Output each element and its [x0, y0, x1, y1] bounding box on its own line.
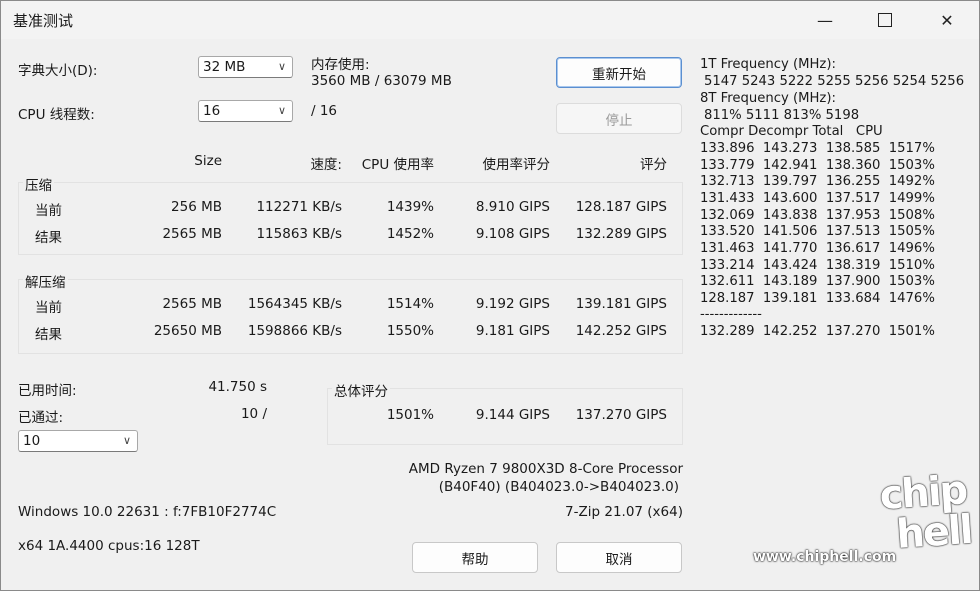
passes-value: 10 / — [240, 406, 267, 422]
decompress-current-cpu: 1514% — [386, 296, 434, 312]
compress-current-rating: 128.187 GIPS — [575, 199, 667, 215]
results-header: Compr Decompr Total CPU — [700, 124, 883, 139]
compress-current-cpu: 1439% — [386, 199, 434, 215]
maximize-icon — [878, 13, 892, 27]
f8-values: 811% 5111 813% 5198 — [704, 108, 860, 123]
decompress-current-rpu: 9.192 GIPS — [475, 296, 550, 312]
total-rating: 137.270 GIPS — [575, 407, 667, 423]
memory-usage-value: 3560 MB / 63079 MB — [311, 73, 452, 89]
passes-select[interactable]: 10 ∨ — [18, 430, 138, 452]
total-rating-label: 总体评分 — [332, 380, 390, 400]
passes-select-value: 10 — [23, 433, 41, 449]
compress-result-label: 结果 — [35, 230, 62, 246]
maximize-button[interactable] — [861, 1, 909, 39]
elapsed-time-label: 已用时间: — [18, 383, 77, 399]
dict-size-label: 字典大小(D): — [18, 63, 98, 79]
header-speed: 速度: — [310, 157, 342, 173]
minimize-icon: — — [817, 10, 833, 30]
decompress-current-label: 当前 — [35, 300, 62, 316]
result-row: 131.463 141.770 136.617 1496% — [700, 241, 935, 256]
chevron-down-icon: ∨ — [277, 104, 286, 117]
cancel-button[interactable]: 取消 — [556, 542, 682, 573]
header-cpu-usage: CPU 使用率 — [361, 157, 434, 173]
result-row: 131.433 143.600 137.517 1499% — [700, 191, 935, 206]
compress-current-size: 256 MB — [171, 199, 222, 215]
dict-size-select[interactable]: 32 MB ∨ — [198, 56, 293, 78]
version-info: 7-Zip 21.07 (x64) — [565, 504, 683, 520]
compress-result-cpu: 1452% — [386, 226, 434, 242]
compress-current-rpu: 8.910 GIPS — [475, 199, 550, 215]
compress-label: 压缩 — [23, 174, 54, 194]
os-info: Windows 10.0 22631 : f:7FB10F2774C — [18, 504, 277, 520]
result-row: 132.713 139.797 136.255 1492% — [700, 174, 935, 189]
result-row: 133.896 143.273 138.585 1517% — [700, 141, 935, 156]
help-button[interactable]: 帮助 — [412, 542, 538, 573]
cpu-name: AMD Ryzen 7 9800X3D 8-Core Processor — [408, 461, 683, 477]
result-row: 132.069 143.838 137.953 1508% — [700, 208, 935, 223]
f1-label: 1T Frequency (MHz): — [700, 57, 836, 72]
watermark-url: www.chiphell.com — [753, 549, 897, 565]
decompress-result-size: 25650 MB — [153, 323, 222, 339]
title-bar: 基准测试 — ✕ — [1, 1, 979, 39]
total-cpu: 1501% — [386, 407, 434, 423]
decompress-result-cpu: 1550% — [386, 323, 434, 339]
decompress-current-size: 2565 MB — [162, 296, 222, 312]
result-row: 133.520 141.506 137.513 1505% — [700, 224, 935, 239]
compress-result-speed: 115863 KB/s — [256, 226, 342, 242]
results-separator: ------------- — [700, 307, 762, 322]
arch-info: x64 1A.4400 cpus:16 128T — [18, 538, 200, 554]
decompress-result-rpu: 9.181 GIPS — [475, 323, 550, 339]
results-summary: 132.289 142.252 137.270 1501% — [700, 324, 935, 339]
compress-result-rating: 132.289 GIPS — [575, 226, 667, 242]
decompress-result-label: 结果 — [35, 327, 62, 343]
decompress-result-speed: 1598866 KB/s — [247, 323, 342, 339]
decompress-group — [18, 279, 683, 354]
compress-result-size: 2565 MB — [162, 226, 222, 242]
dict-size-value: 32 MB — [203, 59, 246, 75]
f1-values: 5147 5243 5222 5255 5256 5254 5256 — [704, 74, 965, 89]
decompress-current-speed: 1564345 KB/s — [247, 296, 342, 312]
total-rpu: 9.144 GIPS — [475, 407, 550, 423]
header-size: Size — [194, 153, 222, 169]
minimize-button[interactable]: — — [801, 1, 849, 39]
cpu-threads-select[interactable]: 16 ∨ — [198, 100, 293, 122]
cpu-threads-label: CPU 线程数: — [18, 107, 95, 123]
result-row: 133.779 142.941 138.360 1503% — [700, 158, 935, 173]
cpu-id: (B40F40) (B404023.0->B404023.0) — [438, 479, 679, 495]
f8-label: 8T Frequency (MHz): — [700, 91, 836, 106]
decompress-result-rating: 142.252 GIPS — [575, 323, 667, 339]
memory-usage-label: 内存使用: — [311, 57, 370, 73]
compress-current-label: 当前 — [35, 203, 62, 219]
compress-result-rpu: 9.108 GIPS — [475, 226, 550, 242]
chevron-down-icon: ∨ — [277, 60, 286, 73]
cpu-threads-total: / 16 — [311, 103, 338, 119]
compress-current-speed: 112271 KB/s — [256, 199, 342, 215]
header-rating: 评分 — [640, 157, 667, 173]
window-title: 基准测试 — [13, 12, 74, 30]
close-icon: ✕ — [940, 10, 954, 30]
result-row: 128.187 139.181 133.684 1476% — [700, 291, 935, 306]
chevron-down-icon: ∨ — [122, 434, 131, 447]
result-row: 132.611 143.189 137.900 1503% — [700, 274, 935, 289]
benchmark-window: 基准测试 — ✕ 字典大小(D): 32 MB ∨ 内存使用: 3560 MB … — [0, 0, 980, 591]
cpu-threads-value: 16 — [203, 103, 221, 119]
decompress-label: 解压缩 — [23, 271, 68, 291]
compress-group — [18, 182, 683, 255]
passes-label: 已通过: — [18, 410, 64, 426]
elapsed-time-value: 41.750 s — [208, 379, 267, 395]
result-row: 133.214 143.424 138.319 1510% — [700, 258, 935, 273]
watermark-logo: chip hell — [878, 467, 973, 559]
restart-button[interactable]: 重新开始 — [556, 57, 682, 88]
header-rating-usage: 使用率评分 — [482, 157, 551, 173]
close-button[interactable]: ✕ — [923, 1, 971, 39]
decompress-current-rating: 139.181 GIPS — [575, 296, 667, 312]
stop-button[interactable]: 停止 — [556, 103, 682, 134]
